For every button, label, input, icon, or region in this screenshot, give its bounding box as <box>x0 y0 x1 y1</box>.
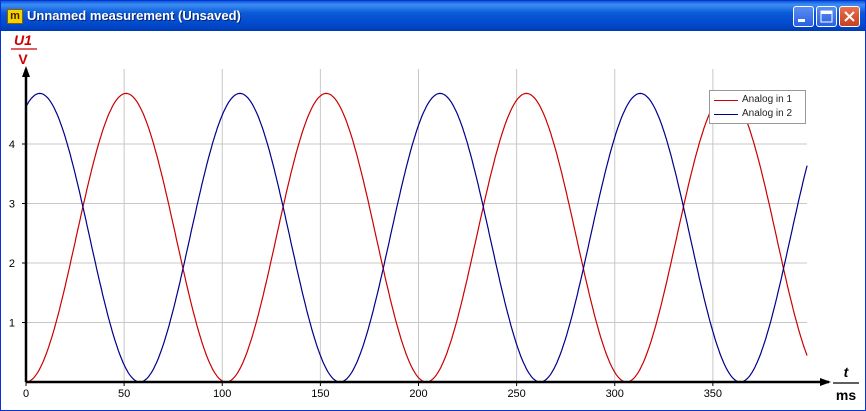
legend-label: Analog in 1 <box>742 94 793 105</box>
legend-swatch <box>714 100 738 101</box>
minimize-button[interactable] <box>793 6 814 27</box>
x-tick-label: 200 <box>409 388 427 400</box>
y-tick-label: 4 <box>9 139 15 151</box>
x-axis-unit: ms <box>836 387 856 403</box>
x-tick-label: 350 <box>704 388 722 400</box>
x-tick-label: 150 <box>311 388 329 400</box>
series-line-2 <box>25 92 808 383</box>
y-tick-label: 3 <box>9 199 15 211</box>
maximize-icon <box>820 10 833 23</box>
minimize-icon <box>798 19 805 22</box>
grid <box>26 69 807 382</box>
maximize-button[interactable] <box>816 6 837 27</box>
x-tick-label: 300 <box>606 388 624 400</box>
close-icon <box>844 11 855 22</box>
y-axis-unit: V <box>18 51 28 67</box>
axes: 0 50 100 150 200 250 300 350 1 2 3 4 U1 Vt ms <box>9 32 859 403</box>
x-tick-label: 100 <box>213 388 231 400</box>
legend-entry: Analog in 2 <box>710 107 805 121</box>
title-bar[interactable]: m Unnamed measurement (Unsaved) <box>1 1 865 31</box>
plot-svg: 0 50 100 150 200 250 300 350 1 2 3 4 U1 Vt ms <box>9 32 859 403</box>
window-title: Unnamed measurement (Unsaved) <box>27 8 241 23</box>
y-tick-label: 2 <box>9 258 15 270</box>
legend-label: Analog in 2 <box>742 108 793 119</box>
series-group <box>25 92 808 383</box>
y-axis-arrow <box>22 66 30 77</box>
app-icon: m <box>7 9 23 24</box>
y-axis-symbol: U1 <box>14 32 32 48</box>
measurement-window: m Unnamed measurement (Unsaved) 0 50 100 15… <box>0 0 866 411</box>
close-button[interactable] <box>839 6 860 27</box>
x-tick-label: 50 <box>118 388 130 400</box>
x-axis-symbol: t <box>844 364 850 380</box>
y-tick-label: 1 <box>9 318 15 330</box>
legend: Analog in 1 Analog in 2 <box>709 90 806 124</box>
x-tick-label: 250 <box>507 388 525 400</box>
x-axis-arrow <box>820 378 831 386</box>
chart-area: 0 50 100 150 200 250 300 350 1 2 3 4 U1 Vt ms Analog i… <box>1 31 865 410</box>
legend-swatch <box>714 114 738 115</box>
x-tick-label: 0 <box>23 388 29 400</box>
legend-entry: Analog in 1 <box>710 93 805 107</box>
